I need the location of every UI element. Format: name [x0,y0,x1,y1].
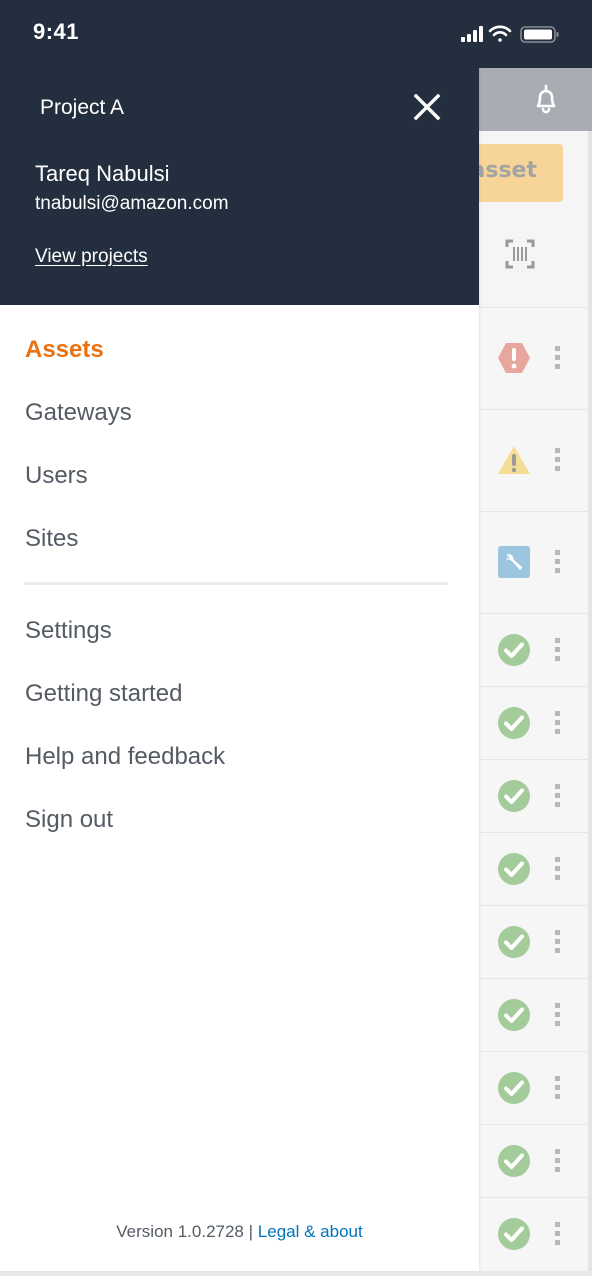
warning-triangle-icon [497,443,531,477]
check-circle-icon [497,1217,531,1251]
status-bar: 9:41 [0,0,592,68]
wifi-icon [488,25,512,42]
version-text: Version 1.0.2728 [116,1222,244,1241]
nav-item-settings[interactable]: Settings [25,617,112,645]
more-options-icon[interactable] [553,638,561,662]
legal-and-about-link[interactable]: Legal & about [258,1222,363,1241]
nav-item-assets[interactable]: Assets [25,336,104,364]
check-circle-icon [497,852,531,886]
cellular-signal-icon [461,26,483,42]
more-options-icon[interactable] [553,1076,561,1100]
barcode-scan-icon[interactable] [505,238,535,270]
view-projects-link[interactable]: View projects [35,246,148,268]
nav-item-sites[interactable]: Sites [25,525,78,553]
check-circle-icon [497,706,531,740]
more-options-icon[interactable] [553,1222,561,1246]
error-octagon-icon [497,341,531,375]
scrollbar[interactable] [588,131,592,1271]
more-options-icon[interactable] [553,857,561,881]
more-options-icon[interactable] [553,711,561,735]
check-circle-icon [497,925,531,959]
check-circle-icon [497,1144,531,1178]
nav-item-getting-started[interactable]: Getting started [25,680,182,708]
more-options-icon[interactable] [553,550,561,574]
more-options-icon[interactable] [553,784,561,808]
status-time: 9:41 [33,19,80,44]
status-icons [459,24,565,44]
nav-item-sign-out[interactable]: Sign out [25,806,113,834]
nav-item-gateways[interactable]: Gateways [25,399,132,427]
nav-item-help-and-feedback[interactable]: Help and feedback [25,743,225,771]
check-circle-icon [497,998,531,1032]
battery-icon [520,26,559,43]
footer-separator: | [248,1222,254,1241]
close-icon[interactable] [410,90,444,124]
project-title: Project A [40,96,125,119]
wrench-icon [497,545,531,579]
check-circle-icon [497,633,531,667]
nav-divider [24,582,448,585]
more-options-icon[interactable] [553,346,561,370]
more-options-icon[interactable] [553,1149,561,1173]
more-options-icon[interactable] [553,1003,561,1027]
bell-icon[interactable] [526,80,566,120]
user-name: Tareq Nabulsi [35,161,170,186]
check-circle-icon [497,779,531,813]
more-options-icon[interactable] [553,448,561,472]
drawer-footer: Version 1.0.2728 | Legal & about [0,1222,479,1242]
user-email: tnabulsi@amazon.com [35,193,229,214]
check-circle-icon [497,1071,531,1105]
bottom-edge [0,1271,592,1276]
nav-item-users[interactable]: Users [25,462,88,490]
more-options-icon[interactable] [553,930,561,954]
add-asset-button-label: asset [470,158,537,183]
navigation-drawer: Project A Tareq Nabulsi tnabulsi@amazon.… [0,0,479,1271]
